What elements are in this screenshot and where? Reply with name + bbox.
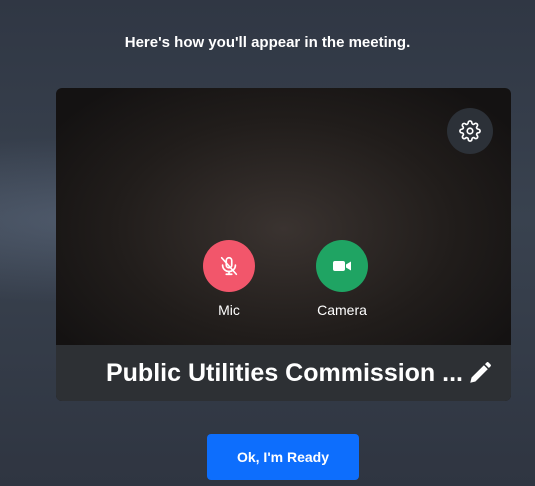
gear-icon (459, 120, 481, 142)
video-camera-icon (333, 261, 351, 271)
camera-toggle-button[interactable] (316, 240, 368, 292)
camera-control: Camera (297, 240, 387, 318)
settings-button[interactable] (447, 108, 493, 154)
camera-label: Camera (317, 302, 367, 318)
ready-button[interactable]: Ok, I'm Ready (207, 434, 359, 480)
video-preview: Mic Camera Public Utilities Commission .… (56, 88, 511, 401)
pencil-icon (470, 362, 491, 383)
display-name-bar: Public Utilities Commission ... (56, 345, 511, 401)
page-title: Here's how you'll appear in the meeting. (124, 34, 411, 51)
display-name: Public Utilities Commission ... (105, 358, 463, 387)
mic-control: Mic (184, 240, 274, 318)
mic-label: Mic (218, 302, 240, 318)
mic-off-icon (220, 256, 238, 276)
edit-name-button[interactable] (467, 360, 493, 386)
mic-toggle-button[interactable] (203, 240, 255, 292)
